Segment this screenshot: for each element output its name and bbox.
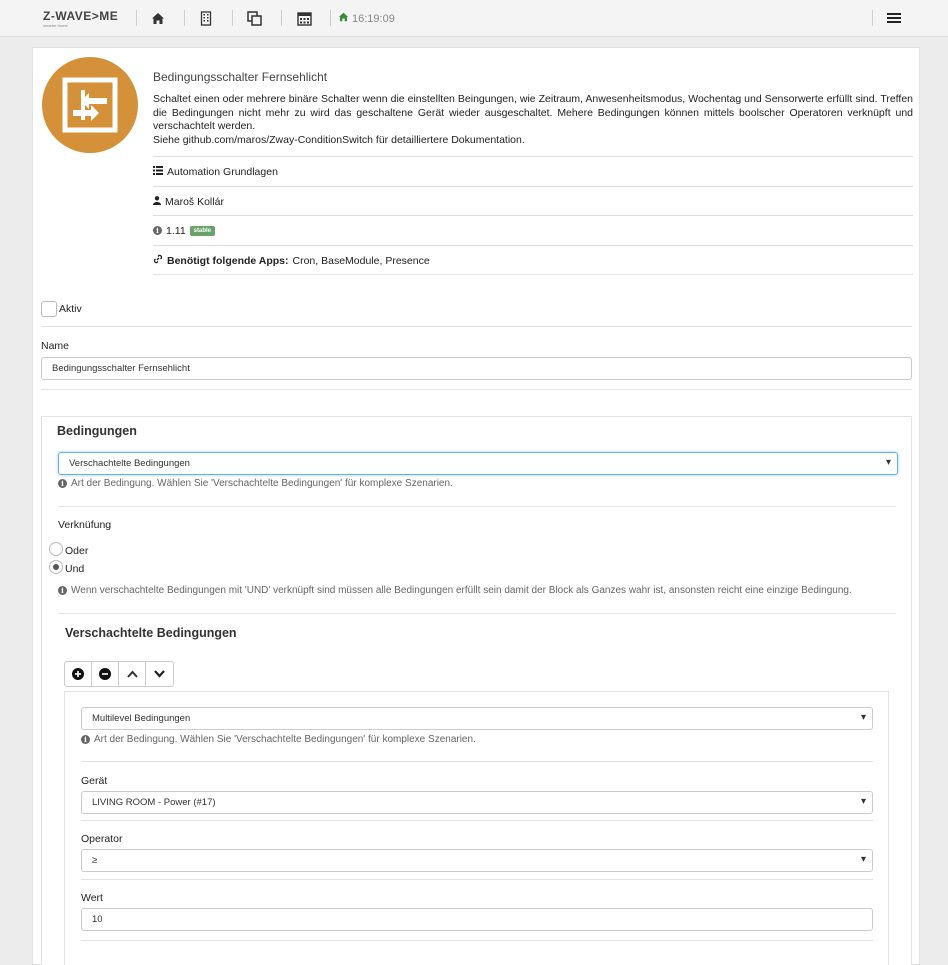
operator-label: Operator [81,833,123,845]
hamburger-menu-icon[interactable] [886,10,902,26]
name-input[interactable]: Bedingungsschalter Fernsehlicht [41,357,912,380]
minus-circle-icon [99,668,111,680]
info-icon: i [81,735,90,744]
building-icon[interactable] [198,10,214,26]
divider [41,389,912,390]
divider [41,326,912,327]
app-title: Bedingungsschalter Fernsehlicht [153,70,328,84]
app-dependencies-row: Benötigt folgende Apps: Cron, BaseModule… [153,245,913,275]
move-down-button[interactable] [146,662,173,686]
nav-separator [136,10,137,26]
dependencies-value: Cron, BaseModule, Presence [292,254,430,267]
nav-separator [232,10,233,26]
nested-condition-type-select[interactable]: Multilevel Bedingungen [81,707,873,730]
value-input[interactable]: 10 [81,908,873,931]
app-category-row: Automation Grundlagen [153,156,913,186]
name-label: Name [41,340,70,352]
divider [81,940,873,941]
logic-label: Verknüfung [58,519,112,531]
nested-toolbar [64,661,174,687]
zwave-logo[interactable]: Z-WAVE>ME [43,9,118,23]
move-up-button[interactable] [119,662,146,686]
divider [81,879,873,880]
device-select[interactable]: LIVING ROOM - Power (#17) [81,791,873,814]
chevron-up-icon [126,670,138,678]
home-icon [338,12,349,25]
clock: 16:19:09 [338,12,395,25]
condition-type-help-text: Art der Bedingung. Wählen Sie 'Verschach… [71,478,453,489]
add-item-button[interactable] [65,662,92,686]
chevron-down-icon [154,670,165,678]
divider [58,613,896,614]
nav-separator [872,10,873,26]
info-icon: i [58,479,67,488]
switch-arrows-icon [62,77,118,133]
app-author: Maroš Kollár [165,195,224,208]
app-logo [42,57,138,153]
nested-conditions-title: Verschachtelte Bedingungen [65,626,237,640]
conditions-title: Bedingungen [57,424,137,438]
divider [58,506,896,507]
logic-or-label: Oder [65,545,89,557]
top-navbar: Z-WAVE>ME smarter home 16:19:09 [0,0,948,37]
nav-separator [281,10,282,26]
condition-type-help: i Art der Bedingung. Wählen Sie 'Verscha… [58,478,453,489]
logic-or-radio[interactable] [49,542,63,556]
value-label: Wert [81,892,103,904]
app-author-row: Maroš Kollár [153,186,913,216]
operator-select[interactable]: ≥ [81,849,873,872]
calendar-icon[interactable] [296,10,312,26]
app-config-panel: Bedingungsschalter Fernsehlicht Schaltet… [32,47,920,965]
nested-condition-type-help-text: Art der Bedingung. Wählen Sie 'Verschach… [94,734,476,745]
clock-time: 16:19:09 [352,12,395,25]
active-checkbox[interactable] [41,301,57,317]
app-category: Automation Grundlagen [167,165,278,178]
condition-type-select[interactable]: Verschachtelte Bedingungen [58,452,898,475]
logic-and-label: Und [65,563,85,575]
app-version-row: i 1.11 stable [153,215,913,245]
app-version: 1.11 [166,224,186,237]
nested-condition-item: Multilevel Bedingungen i Art der Bedingu… [64,691,889,965]
divider [153,274,913,275]
dependencies-label: Benötigt folgende Apps: [167,254,289,267]
info-icon: i [58,586,67,595]
device-label: Gerät [81,775,108,787]
divider [81,820,873,821]
divider [81,761,873,762]
logic-and-radio[interactable] [49,560,63,574]
link-icon [153,254,163,267]
home-icon[interactable] [150,10,166,26]
info-icon: i [153,226,162,235]
plus-circle-icon [72,668,84,680]
logic-help-text: Wenn verschachtelte Bedingungen mit 'UND… [71,585,852,596]
app-description: Schaltet einen oder mehrere binäre Schal… [153,93,913,147]
status-badge: stable [189,225,216,236]
nested-condition-type-help: i Art der Bedingung. Wählen Sie 'Verscha… [81,734,476,745]
nav-separator [330,10,331,26]
logic-help: i Wenn verschachtelte Bedingungen mit 'U… [58,585,852,596]
list-icon [153,165,163,178]
nav-separator [184,10,185,26]
logo-tagline: smarter home [43,23,68,28]
app-description-text: Schaltet einen oder mehrere binäre Schal… [153,93,913,132]
clone-icon[interactable] [246,10,262,26]
active-label: Aktiv [59,303,82,315]
remove-item-button[interactable] [92,662,119,686]
user-icon [153,195,161,208]
app-docs-link[interactable]: Siehe github.com/maros/Zway-ConditionSwi… [153,134,913,148]
